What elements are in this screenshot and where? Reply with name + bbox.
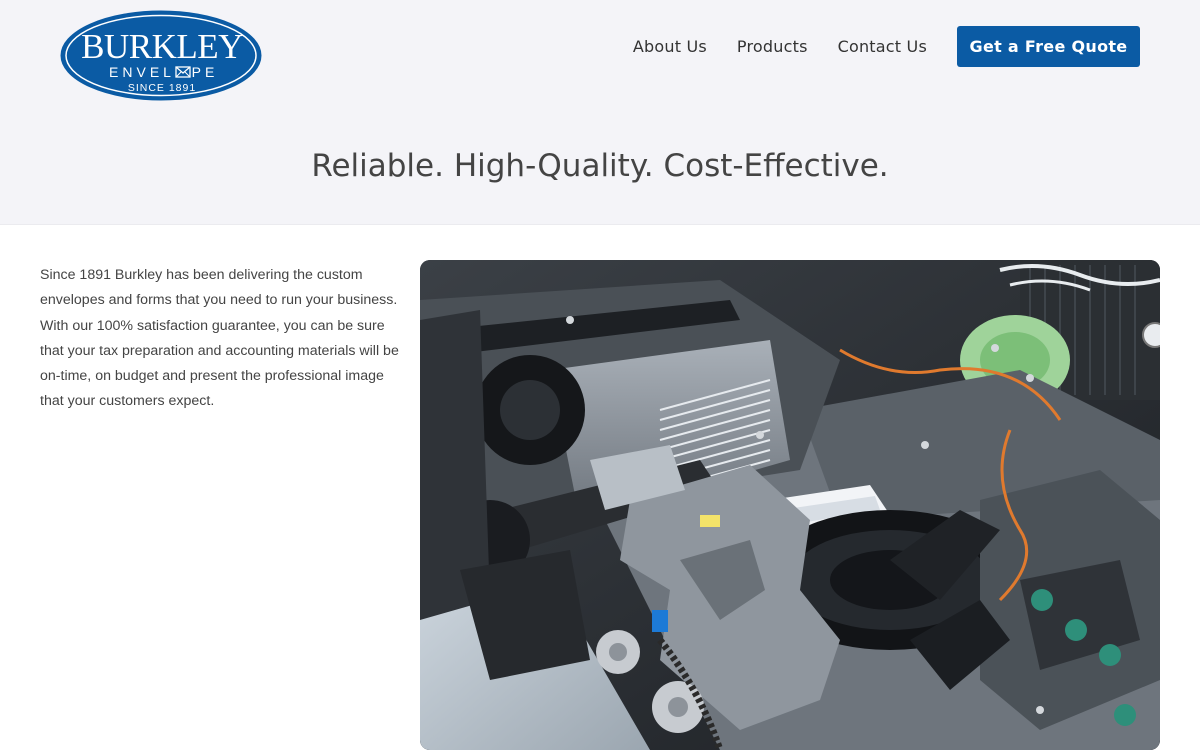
logo-since: SINCE 1891 — [128, 82, 196, 94]
main-nav: About Us Products Contact Us Get a Free … — [633, 26, 1140, 67]
get-free-quote-button[interactable]: Get a Free Quote — [957, 26, 1140, 67]
logo-emblem-icon: BURKLEY ENVEL PE SINCE 1891 — [60, 10, 262, 101]
burkley-logo[interactable]: BURKLEY ENVEL PE SINCE 1891 — [60, 10, 262, 101]
intro-paragraph: Since 1891 Burkley has been delivering t… — [40, 267, 399, 410]
nav-products[interactable]: Products — [737, 37, 808, 56]
logo-name-line2: ENVEL — [109, 64, 175, 80]
envelope-machine-illustration — [420, 260, 1160, 750]
hero-tagline: Reliable. High-Quality. Cost-Effective. — [311, 148, 889, 184]
logo-name-line2-end: PE — [192, 64, 219, 80]
nav-about-us[interactable]: About Us — [633, 37, 707, 56]
nav-contact-us[interactable]: Contact Us — [838, 37, 927, 56]
site-header: BURKLEY ENVEL PE SINCE 1891 About Us Pro… — [0, 0, 1200, 225]
main-content: Since 1891 Burkley has been delivering t… — [0, 225, 1200, 750]
machine-photo — [420, 260, 1160, 750]
logo-name-line1: BURKLEY — [81, 27, 243, 66]
